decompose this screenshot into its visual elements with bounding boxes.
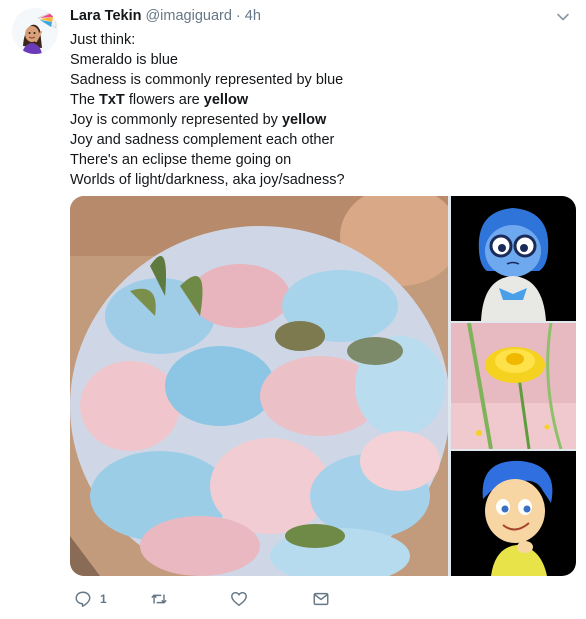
tweet-line: There's an eclipse theme going on <box>70 150 570 170</box>
retweet-button[interactable] <box>150 588 176 610</box>
photo-sadness-character[interactable] <box>451 196 576 321</box>
tweet[interactable]: Lara Tekin @imagiguard · 4h Just think: Sme… <box>0 0 586 619</box>
tweet-text-fragment: Smeraldo is blue <box>70 52 178 68</box>
tweet-line: The TxT flowers are yellow <box>70 90 570 110</box>
tweet-line: Worlds of light/darkness, aka joy/sadnes… <box>70 170 570 190</box>
tweet-line: Sadness is commonly represented by blue <box>70 70 570 90</box>
header-separator: · <box>235 8 241 24</box>
like-button[interactable] <box>230 588 256 610</box>
avatar[interactable] <box>12 8 58 54</box>
tweet-text-fragment: Worlds of light/darkness, aka joy/sadnes… <box>70 172 345 188</box>
photo-joy-character[interactable] <box>451 451 576 576</box>
avatar-image <box>12 8 58 54</box>
heart-icon <box>231 591 247 607</box>
direct-message-button[interactable] <box>312 588 330 610</box>
tweet-timestamp[interactable]: 4h <box>245 8 261 24</box>
reply-button[interactable]: 1 <box>74 588 107 610</box>
tweet-text-fragment: Sadness is commonly represented by blue <box>70 72 344 88</box>
tweet-line: Joy is commonly represented by yellow <box>70 110 570 130</box>
photo-blue-pink-petals[interactable] <box>70 196 448 576</box>
media-grid <box>70 196 576 576</box>
tweet-line: Just think: <box>70 30 570 50</box>
tweet-text-fragment: Joy is commonly represented by <box>70 112 282 128</box>
chevron-down-icon[interactable] <box>556 10 570 24</box>
tweet-line: Joy and sadness complement each other <box>70 130 570 150</box>
tweet-line: Smeraldo is blue <box>70 50 570 70</box>
tweet-text-fragment: Joy and sadness complement each other <box>70 132 335 148</box>
tweet-text-fragment: The <box>70 92 100 108</box>
tweet-text-bold: yellow <box>281 112 327 128</box>
tweet-text-fragment: There's an eclipse theme going on <box>70 152 292 168</box>
retweet-icon <box>151 594 167 604</box>
tweet-text-bold: TxT <box>99 92 125 108</box>
envelope-icon <box>313 592 329 606</box>
tweet-text-fragment: Just think: <box>70 32 136 48</box>
tweet-text: Just think: Smeraldo is blue Sadness is … <box>70 30 570 190</box>
tweet-text-fragment: flowers are <box>124 92 204 108</box>
reply-count: 1 <box>100 592 107 606</box>
tweet-text-bold: yellow <box>203 92 249 108</box>
author-handle[interactable]: @imagiguard <box>145 8 231 24</box>
tweet-header: Lara Tekin @imagiguard · 4h <box>70 7 261 25</box>
reply-icon <box>75 591 91 607</box>
author-name[interactable]: Lara Tekin <box>70 8 141 24</box>
photo-yellow-flower[interactable] <box>451 323 576 449</box>
